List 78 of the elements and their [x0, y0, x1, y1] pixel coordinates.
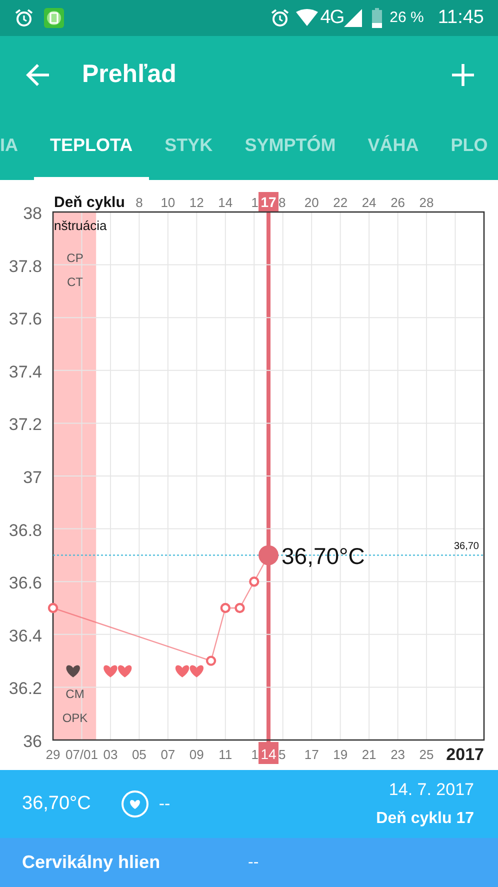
y-axis-label: 37: [23, 468, 42, 487]
y-axis-label: 36.8: [8, 520, 42, 540]
temperature-value: 36,70°C: [22, 792, 91, 816]
x-axis-label: 29: [46, 747, 60, 762]
cycle-day-label: 20: [304, 195, 319, 210]
tab[interactable]: STYK: [148, 113, 229, 180]
app-notification-icon: [44, 8, 64, 28]
screen-title: Prehľad: [82, 58, 176, 90]
cycle-day-label: 1: [251, 195, 258, 210]
y-axis-label: 38: [23, 204, 42, 223]
cycle-day-label: 14: [218, 195, 233, 210]
tab[interactable]: SYMPTÓM: [228, 113, 352, 180]
plus-icon: [452, 64, 474, 86]
cycle-day-label: 26: [390, 195, 406, 210]
cycle-day-label: 28: [419, 195, 434, 210]
tab[interactable]: VÁHA: [352, 113, 435, 180]
cycle-day-badge: 17: [258, 192, 278, 212]
cycle-day-label: 24: [362, 195, 376, 210]
back-arrow-icon: [25, 62, 51, 88]
y-axis-label: 37.8: [8, 256, 42, 276]
x-axis-label: 03: [103, 747, 118, 762]
wifi-icon: [296, 9, 318, 27]
detail-value: --: [248, 852, 259, 872]
year-label: 2017: [446, 745, 484, 764]
data-point: [220, 602, 230, 614]
x-axis-label: 11: [218, 747, 232, 762]
x-axis-label: 09: [189, 747, 204, 762]
sex-value: --: [158, 793, 170, 816]
x-axis-label: 5: [278, 747, 286, 762]
date-badge: 14: [258, 742, 278, 764]
date-text: 14. 7. 2017: [388, 779, 474, 802]
cycle-day-label: 8: [278, 195, 286, 210]
signal-icon: [344, 9, 362, 27]
cycle-day-text: Deň cyklu 17: [376, 808, 474, 829]
y-axis-label: 36.4: [8, 626, 42, 646]
y-axis-label: 36.6: [8, 574, 42, 593]
back-button[interactable]: [25, 62, 51, 88]
clock-time: 11:45: [438, 6, 484, 30]
battery-percent: 26 %: [390, 8, 424, 28]
selected-point: [258, 545, 278, 566]
add-button[interactable]: [452, 64, 474, 86]
x-axis-label: 05: [132, 747, 146, 762]
data-point: [234, 602, 245, 614]
selected-value: 36,70°C: [282, 543, 365, 570]
row-label: CT: [67, 275, 83, 289]
x-axis-label: 19: [333, 747, 348, 762]
x-axis-label: 07: [160, 747, 176, 762]
band-label: nštruácia: [54, 218, 107, 233]
y-axis-label: 37.4: [8, 362, 42, 382]
cycle-day-label: 12: [189, 195, 204, 210]
row-label: OPK: [62, 711, 88, 725]
x-axis-label: 23: [390, 747, 406, 762]
reference-value: 36,70: [454, 541, 479, 552]
alarm-icon: [14, 8, 34, 28]
network-type: 4G: [320, 6, 344, 30]
battery-icon: [372, 8, 382, 28]
tab[interactable]: PLO: [434, 113, 498, 180]
tab[interactable]: IA: [0, 113, 34, 180]
row-label: CM: [66, 687, 84, 701]
cycle-day-label: 22: [333, 195, 348, 210]
y-axis-label: 37.2: [8, 415, 42, 434]
cycle-day-label: 8: [136, 195, 143, 210]
alarm-icon: [270, 8, 290, 28]
x-axis-label: 07/01: [65, 747, 98, 762]
x-axis-label: 17: [304, 747, 319, 762]
cycle-day-label: 10: [160, 195, 176, 210]
data-point: [249, 576, 260, 587]
x-axis-label: 25: [419, 747, 434, 762]
data-point: [206, 656, 216, 666]
axis-title: Deň cyklu: [54, 194, 125, 211]
x-axis-label: 1: [251, 747, 258, 762]
detail-label: Cervikálny hlien: [22, 851, 162, 874]
x-axis-label: 21: [362, 747, 376, 762]
y-axis-label: 36.2: [8, 679, 42, 698]
row-label: CP: [66, 251, 84, 265]
y-axis-label: 36: [23, 732, 42, 751]
data-point: [48, 602, 58, 614]
y-axis-label: 37.6: [8, 310, 42, 329]
